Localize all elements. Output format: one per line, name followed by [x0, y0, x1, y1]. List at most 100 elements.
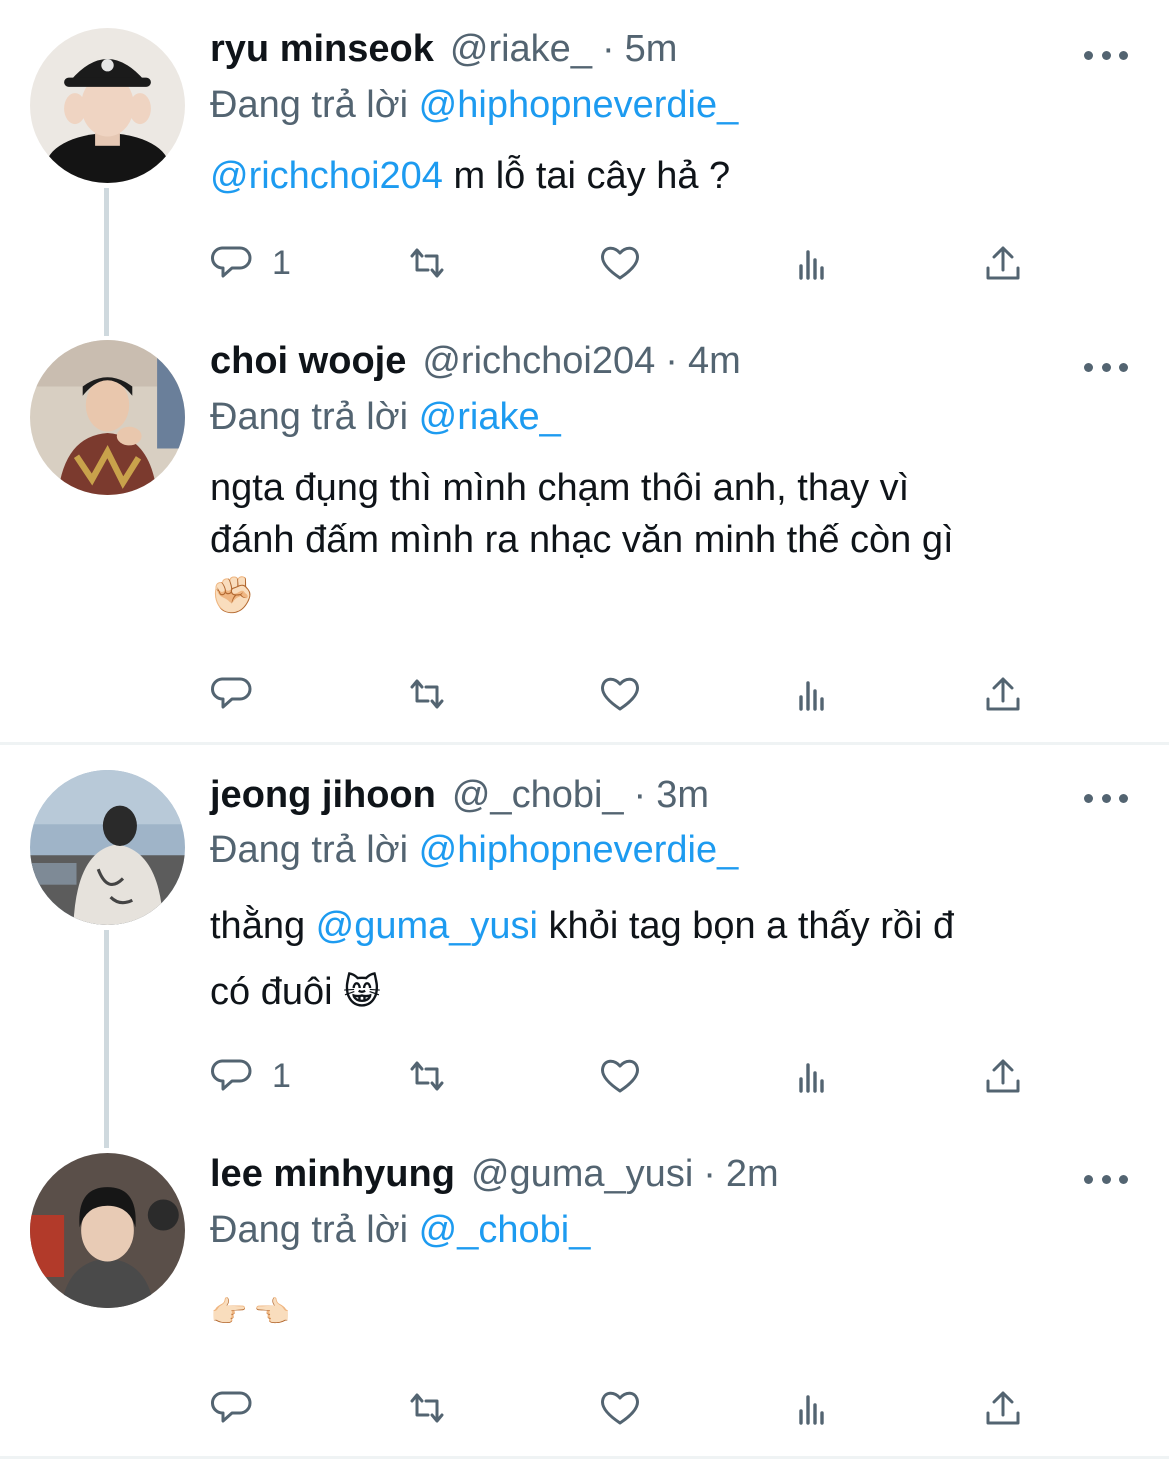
username[interactable]: @riake_ — [450, 28, 592, 71]
reply-button[interactable]: 1 — [210, 1051, 291, 1101]
views-icon — [787, 669, 837, 719]
separator-dot: · — [703, 1153, 716, 1195]
views-icon — [787, 1383, 837, 1433]
like-icon — [595, 669, 645, 719]
timestamp[interactable]: 4m — [688, 340, 741, 383]
avatar[interactable] — [30, 28, 185, 183]
views-button[interactable] — [787, 238, 837, 288]
more-icon[interactable] — [1084, 1169, 1128, 1189]
retweet-button[interactable] — [402, 669, 452, 719]
more-icon[interactable] — [1084, 45, 1128, 65]
body-emoji: 😸 — [343, 972, 381, 1013]
replying-to-mention[interactable]: @riake_ — [419, 396, 561, 438]
retweet-button[interactable] — [402, 1383, 452, 1433]
body-text: có đuôi — [210, 971, 344, 1013]
views-icon — [787, 238, 837, 288]
share-button[interactable] — [978, 1383, 1028, 1433]
username[interactable]: @_chobi_ — [452, 774, 624, 817]
tweet[interactable]: lee minhyung @guma_yusi · 2m Đang trả lờ… — [0, 1147, 1169, 1456]
like-button[interactable] — [595, 1051, 645, 1101]
share-button[interactable] — [978, 669, 1028, 719]
replying-to: Đang trả lời @riake_ — [210, 396, 561, 439]
more-icon[interactable] — [1084, 357, 1128, 377]
body-text: thằng — [210, 905, 316, 947]
tweet-header: lee minhyung @guma_yusi · 2m — [210, 1153, 779, 1203]
reply-button[interactable] — [210, 1383, 272, 1433]
replying-to-mention[interactable]: @hiphopneverdie_ — [419, 829, 739, 871]
replying-prefix: Đang trả lời — [210, 84, 409, 126]
reply-icon — [210, 669, 260, 719]
display-name[interactable]: choi wooje — [210, 340, 406, 383]
body-line: có đuôi 😸 — [210, 959, 954, 1026]
views-button[interactable] — [787, 1051, 837, 1101]
like-icon — [595, 1051, 645, 1101]
replying-to: Đang trả lời @hiphopneverdie_ — [210, 84, 738, 127]
timestamp[interactable]: 5m — [625, 28, 678, 71]
views-button[interactable] — [787, 1383, 837, 1433]
more-icon[interactable] — [1084, 788, 1128, 808]
retweet-icon — [402, 238, 452, 288]
body-mention[interactable]: @guma_yusi — [316, 905, 538, 947]
display-name[interactable]: ryu minseok — [210, 28, 434, 71]
avatar[interactable] — [30, 340, 185, 495]
share-icon — [978, 1051, 1028, 1101]
replying-to-mention[interactable]: @_chobi_ — [419, 1209, 591, 1251]
like-button[interactable] — [595, 669, 645, 719]
like-button[interactable] — [595, 238, 645, 288]
separator-dot: · — [633, 774, 647, 816]
tweet-header: ryu minseok @riake_ · 5m — [210, 28, 677, 78]
views-button[interactable] — [787, 669, 837, 719]
share-button[interactable] — [978, 238, 1028, 288]
tweet-text: thằng @guma_yusi khỏi tag bọn a thấy rồi… — [210, 893, 954, 1026]
reply-button[interactable]: 1 — [210, 238, 291, 288]
share-icon — [978, 238, 1028, 288]
replying-prefix: Đang trả lời — [210, 1209, 409, 1251]
tweet-header: choi wooje @richchoi204 · 4m — [210, 340, 741, 390]
username[interactable]: @richchoi204 — [422, 340, 655, 383]
username[interactable]: @guma_yusi — [471, 1153, 693, 1196]
replying-prefix: Đang trả lời — [210, 829, 409, 871]
separator-dot: · — [665, 340, 678, 382]
like-button[interactable] — [595, 1383, 645, 1433]
reply-count: 1 — [272, 1056, 291, 1095]
reply-icon — [210, 1051, 260, 1101]
tweet-text: 👉🏻👈🏻 — [210, 1287, 297, 1339]
avatar[interactable] — [30, 1153, 185, 1308]
body-line: ngta đụng thì mình chạm thôi anh, thay v… — [210, 467, 910, 509]
share-icon — [978, 1383, 1028, 1433]
body-mention[interactable]: @richchoi204 — [210, 155, 443, 197]
reply-count: 1 — [272, 243, 291, 282]
body-line: đánh đấm mình ra nhạc văn minh thế còn g… — [210, 519, 954, 561]
retweet-button[interactable] — [402, 238, 452, 288]
reply-button[interactable] — [210, 669, 272, 719]
display-name[interactable]: lee minhyung — [210, 1153, 455, 1196]
body-emoji: ✊🏻 — [210, 575, 255, 616]
replying-to-mention[interactable]: @hiphopneverdie_ — [419, 84, 739, 126]
replying-to: Đang trả lời @hiphopneverdie_ — [210, 829, 738, 872]
like-icon — [595, 1383, 645, 1433]
tweet-text: ngta đụng thì mình chạm thôi anh, thay v… — [210, 462, 954, 618]
share-button[interactable] — [978, 1051, 1028, 1101]
tweet[interactable]: choi wooje @richchoi204 · 4m Đang trả lờ… — [0, 336, 1169, 742]
replying-to: Đang trả lời @_chobi_ — [210, 1209, 590, 1252]
body-line: thằng @guma_yusi khỏi tag bọn a thấy rồi… — [210, 893, 954, 959]
display-name[interactable]: jeong jihoon — [210, 774, 436, 817]
body-text: m lỗ tai cây hả ? — [442, 155, 731, 197]
tweet[interactable]: jeong jihoon @_chobi_ · 3m Đang trả lời … — [0, 745, 1169, 1147]
body-text: khỏi tag bọn a thấy rồi đ — [538, 905, 955, 947]
retweet-icon — [402, 1051, 452, 1101]
timestamp[interactable]: 2m — [726, 1153, 779, 1196]
replying-prefix: Đang trả lời — [210, 396, 409, 438]
separator-dot: · — [601, 28, 615, 70]
avatar[interactable] — [30, 770, 185, 925]
like-icon — [595, 238, 645, 288]
views-icon — [787, 1051, 837, 1101]
body-emoji: 👉🏻👈🏻 — [210, 1295, 297, 1330]
timestamp[interactable]: 3m — [656, 774, 709, 817]
reply-icon — [210, 1383, 260, 1433]
retweet-button[interactable] — [402, 1051, 452, 1101]
tweet-header: jeong jihoon @_chobi_ · 3m — [210, 774, 709, 824]
retweet-icon — [402, 1383, 452, 1433]
tweet[interactable]: ryu minseok @riake_ · 5m Đang trả lời @h… — [0, 0, 1169, 336]
reply-icon — [210, 238, 260, 288]
